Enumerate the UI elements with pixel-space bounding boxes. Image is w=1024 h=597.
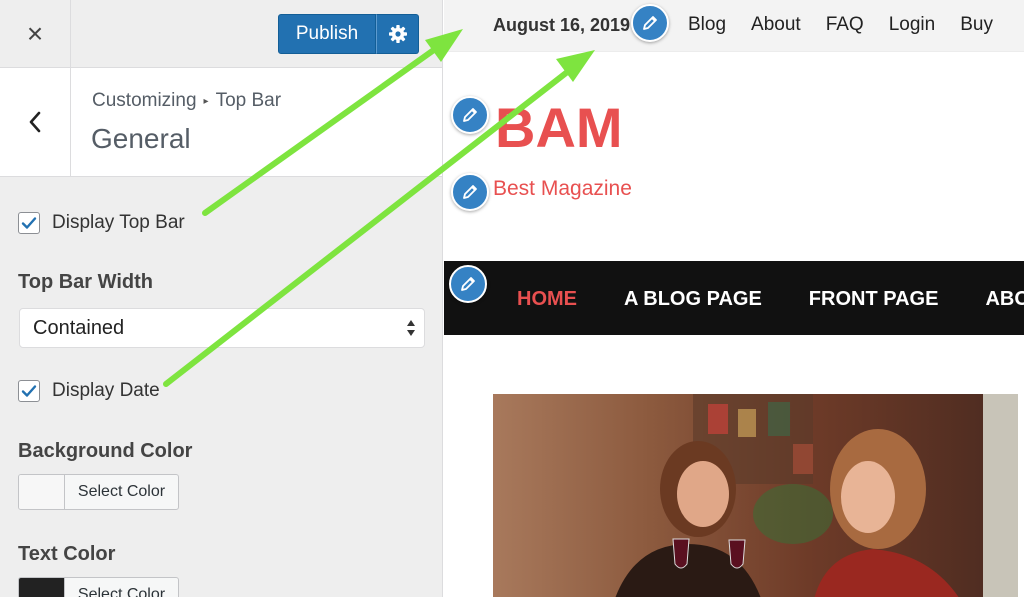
preview-top-bar: August 16, 2019 Blog About FAQ Login Buy (444, 0, 1024, 52)
customizer-header: × Publish (0, 0, 442, 68)
background-color-button[interactable]: Select Color (18, 474, 179, 510)
breadcrumb-current: Top Bar (215, 90, 282, 111)
background-color-swatch (19, 475, 65, 509)
section-title: General (91, 123, 191, 154)
background-color-title: Background Color (18, 440, 193, 462)
top-bar-menu: Blog About FAQ Login Buy (688, 14, 993, 36)
display-top-bar-label: Display Top Bar (52, 212, 185, 233)
edit-shortcut-site-title[interactable] (451, 96, 489, 134)
edit-shortcut-top-bar[interactable] (631, 4, 669, 42)
edit-shortcut-tagline[interactable] (451, 173, 489, 211)
nav-item-blog-page[interactable]: A BLOG PAGE (624, 288, 762, 311)
close-button[interactable]: × (0, 0, 71, 68)
back-button[interactable] (0, 68, 71, 176)
display-date-label: Display Date (52, 380, 160, 401)
top-bar-date: August 16, 2019 (493, 15, 631, 35)
text-color-swatch (19, 578, 65, 597)
pencil-icon (643, 16, 657, 30)
primary-navigation: HOME A BLOG PAGE FRONT PAGE ABOUT (444, 261, 1024, 335)
top-bar-menu-item[interactable]: FAQ (826, 14, 864, 36)
pencil-icon (463, 185, 477, 199)
pencil-icon (461, 277, 475, 291)
nav-item-home[interactable]: HOME (517, 288, 577, 311)
top-bar-width-select[interactable]: Contained (19, 308, 425, 348)
text-color-button[interactable]: Select Color (18, 577, 179, 597)
publish-group: Publish (278, 14, 419, 54)
site-title[interactable]: BAM (495, 100, 623, 156)
close-icon: × (26, 18, 44, 49)
chevron-left-icon (29, 111, 41, 133)
text-color-button-label: Select Color (77, 586, 166, 597)
gear-icon (388, 25, 407, 43)
display-top-bar-checkbox[interactable] (18, 212, 40, 234)
checkmark-icon (21, 385, 37, 397)
breadcrumb-root: Customizing (92, 90, 197, 111)
nav-item-about[interactable]: ABOUT (985, 288, 1024, 311)
section-header: Customizing ▸ Top Bar General (0, 68, 442, 177)
pencil-icon (463, 108, 477, 122)
publish-settings-button[interactable] (376, 14, 419, 54)
display-date-control[interactable]: Display Date (18, 380, 160, 402)
select-arrows-icon (407, 320, 415, 336)
publish-button[interactable]: Publish (278, 14, 376, 54)
edit-shortcut-primary-menu[interactable] (449, 265, 487, 303)
top-bar-width-title: Top Bar Width (18, 271, 153, 293)
top-bar-menu-item[interactable]: Buy (960, 14, 993, 36)
nav-item-front-page[interactable]: FRONT PAGE (809, 288, 939, 311)
top-bar-menu-item[interactable]: Login (889, 14, 936, 36)
featured-image[interactable] (493, 394, 1018, 597)
site-tagline: Best Magazine (493, 177, 632, 200)
top-bar-menu-item[interactable]: Blog (688, 14, 726, 36)
display-date-checkbox[interactable] (18, 380, 40, 402)
top-bar-menu-item[interactable]: About (751, 14, 801, 36)
text-color-title: Text Color (18, 543, 116, 565)
customizer-panel: × Publish Customizing ▸ Top Bar General … (0, 0, 443, 597)
breadcrumb-separator: ▸ (203, 95, 209, 107)
top-bar-width-value: Contained (33, 316, 125, 339)
site-preview: August 16, 2019 Blog About FAQ Login Buy… (444, 0, 1024, 597)
display-top-bar-control[interactable]: Display Top Bar (18, 212, 185, 234)
background-color-button-label: Select Color (77, 483, 166, 500)
primary-menu: HOME A BLOG PAGE FRONT PAGE ABOUT (517, 288, 1024, 311)
breadcrumb: Customizing ▸ Top Bar (92, 90, 281, 112)
featured-photo-illustration (493, 394, 1018, 597)
checkmark-icon (21, 217, 37, 229)
